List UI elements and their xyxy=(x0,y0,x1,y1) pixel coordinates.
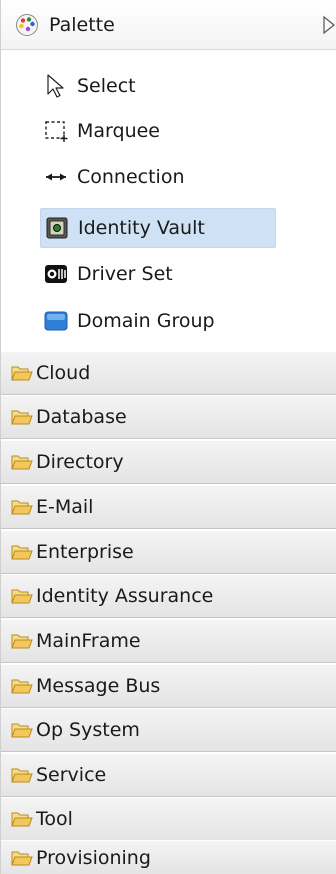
tool-label: Connection xyxy=(77,166,185,188)
drawer-label: Tool xyxy=(36,808,73,830)
tool-select[interactable]: Select xyxy=(40,66,276,106)
drawer-e-mail[interactable]: E-Mail xyxy=(1,485,336,529)
drawer-database[interactable]: Database xyxy=(1,395,336,439)
folder-icon xyxy=(11,500,33,515)
drawer-directory[interactable]: Directory xyxy=(1,440,336,484)
drawer-provisioning[interactable]: Provisioning xyxy=(1,840,336,874)
tool-label: Select xyxy=(77,75,136,97)
drawer-identity-assurance[interactable]: Identity Assurance xyxy=(1,574,336,618)
drawer-label: Database xyxy=(36,406,127,428)
folder-icon xyxy=(11,679,33,694)
folder-icon xyxy=(11,768,33,783)
folder-icon xyxy=(11,545,33,560)
tool-identity-vault[interactable]: Identity Vault xyxy=(40,208,276,248)
connection-icon xyxy=(46,173,66,181)
tool-label: Domain Group xyxy=(77,310,215,332)
drawer-label: Provisioning xyxy=(36,846,151,869)
folder-icon xyxy=(11,634,33,649)
marquee-icon xyxy=(45,121,68,142)
drawer-enterprise[interactable]: Enterprise xyxy=(1,530,336,574)
folder-icon xyxy=(11,410,33,425)
drawer-label: Cloud xyxy=(36,362,91,384)
drawer-label: E-Mail xyxy=(36,496,94,518)
palette-title: Palette xyxy=(49,14,115,36)
identity-vault-icon xyxy=(46,217,68,239)
pointer-arrow-icon xyxy=(47,74,64,98)
palette-icon xyxy=(16,14,38,36)
drawer-message-bus[interactable]: Message Bus xyxy=(1,664,336,708)
folder-icon xyxy=(11,851,33,865)
folder-icon xyxy=(11,723,33,738)
palette-header[interactable]: Palette xyxy=(1,0,336,50)
tool-domain-group[interactable]: Domain Group xyxy=(40,301,276,341)
tool-driver-set[interactable]: Driver Set xyxy=(40,254,276,294)
drawer-tool[interactable]: Tool xyxy=(1,797,336,841)
drawer-label: Directory xyxy=(36,451,124,473)
drawer-cloud[interactable]: Cloud xyxy=(1,351,336,395)
tool-label: Driver Set xyxy=(77,263,173,285)
drawer-op-system[interactable]: Op System xyxy=(1,708,336,752)
drawer-service[interactable]: Service xyxy=(1,753,336,797)
tool-label: Marquee xyxy=(77,120,160,142)
drawer-label: Enterprise xyxy=(36,541,134,563)
folder-icon xyxy=(11,366,33,381)
driver-set-icon xyxy=(45,265,67,283)
tool-connection[interactable]: Connection xyxy=(40,157,276,197)
drawer-label: Service xyxy=(36,764,107,786)
folder-icon xyxy=(11,812,33,827)
drawer-label: Op System xyxy=(36,719,140,741)
folder-icon xyxy=(11,455,33,470)
drawer-mainframe[interactable]: MainFrame xyxy=(1,619,336,663)
tool-label: Identity Vault xyxy=(78,217,205,239)
tool-marquee[interactable]: Marquee xyxy=(40,111,276,151)
domain-group-icon xyxy=(44,311,68,331)
drawer-label: MainFrame xyxy=(36,630,141,652)
drawer-label: Identity Assurance xyxy=(36,585,214,607)
drawer-label: Message Bus xyxy=(36,675,161,697)
folder-icon xyxy=(11,589,33,604)
collapse-palette-icon[interactable] xyxy=(322,14,336,36)
palette-view: Palette Select Marquee Connection Identi… xyxy=(0,0,336,874)
